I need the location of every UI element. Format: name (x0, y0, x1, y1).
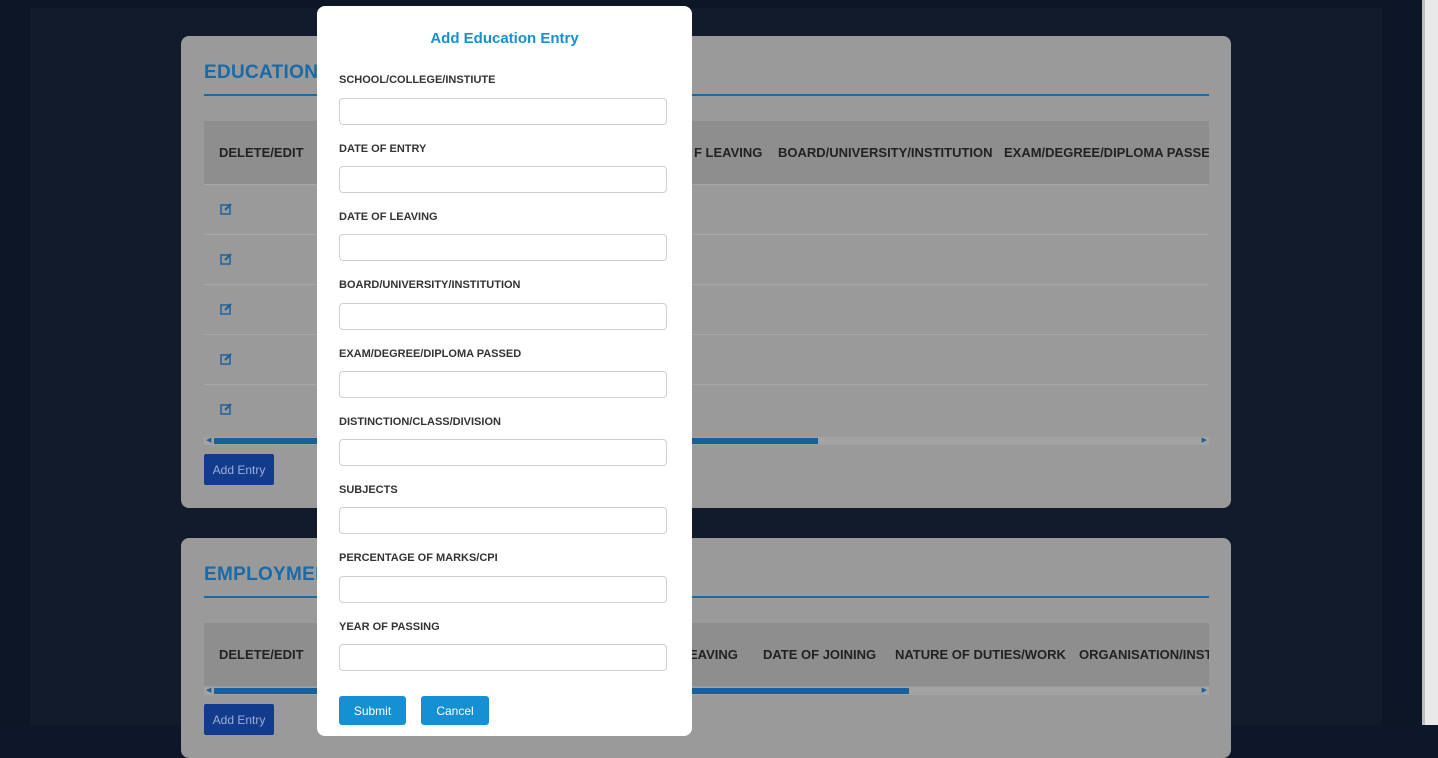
submit-button[interactable]: Submit (339, 696, 406, 725)
exam-degree-input[interactable] (339, 371, 667, 398)
modal-title: Add Education Entry (430, 30, 579, 47)
cancel-button[interactable]: Cancel (421, 696, 489, 725)
school-label: SCHOOL/COLLEGE/INSTIUTE (339, 74, 496, 86)
distinction-input[interactable] (339, 439, 667, 466)
date-of-leaving-input[interactable] (339, 234, 667, 261)
page-vertical-scrollbar[interactable] (1422, 0, 1438, 725)
distinction-label: DISTINCTION/CLASS/DIVISION (339, 416, 501, 428)
subjects-input[interactable] (339, 507, 667, 534)
modal-backdrop[interactable] (0, 0, 1422, 725)
board-university-label: BOARD/UNIVERSITY/INSTITUTION (339, 279, 521, 291)
year-of-passing-input[interactable] (339, 644, 667, 671)
board-university-input[interactable] (339, 303, 667, 330)
page-background: EDUCATION DELETE/EDIT F LEAVING BOARD/UN… (0, 0, 1422, 758)
percentage-label: PERCENTAGE OF MARKS/CPI (339, 552, 498, 564)
exam-degree-label: EXAM/DEGREE/DIPLOMA PASSED (339, 348, 522, 360)
add-education-modal: Add Education Entry SCHOOL/COLLEGE/INSTI… (317, 6, 692, 736)
school-input[interactable] (339, 98, 667, 125)
subjects-label: SUBJECTS (339, 484, 398, 496)
date-of-entry-label: DATE OF ENTRY (339, 143, 427, 155)
percentage-input[interactable] (339, 576, 667, 603)
scrollbar-edge (1422, 0, 1425, 725)
date-of-entry-input[interactable] (339, 166, 667, 193)
date-of-leaving-label: DATE OF LEAVING (339, 211, 438, 223)
year-of-passing-label: YEAR OF PASSING (339, 621, 440, 633)
